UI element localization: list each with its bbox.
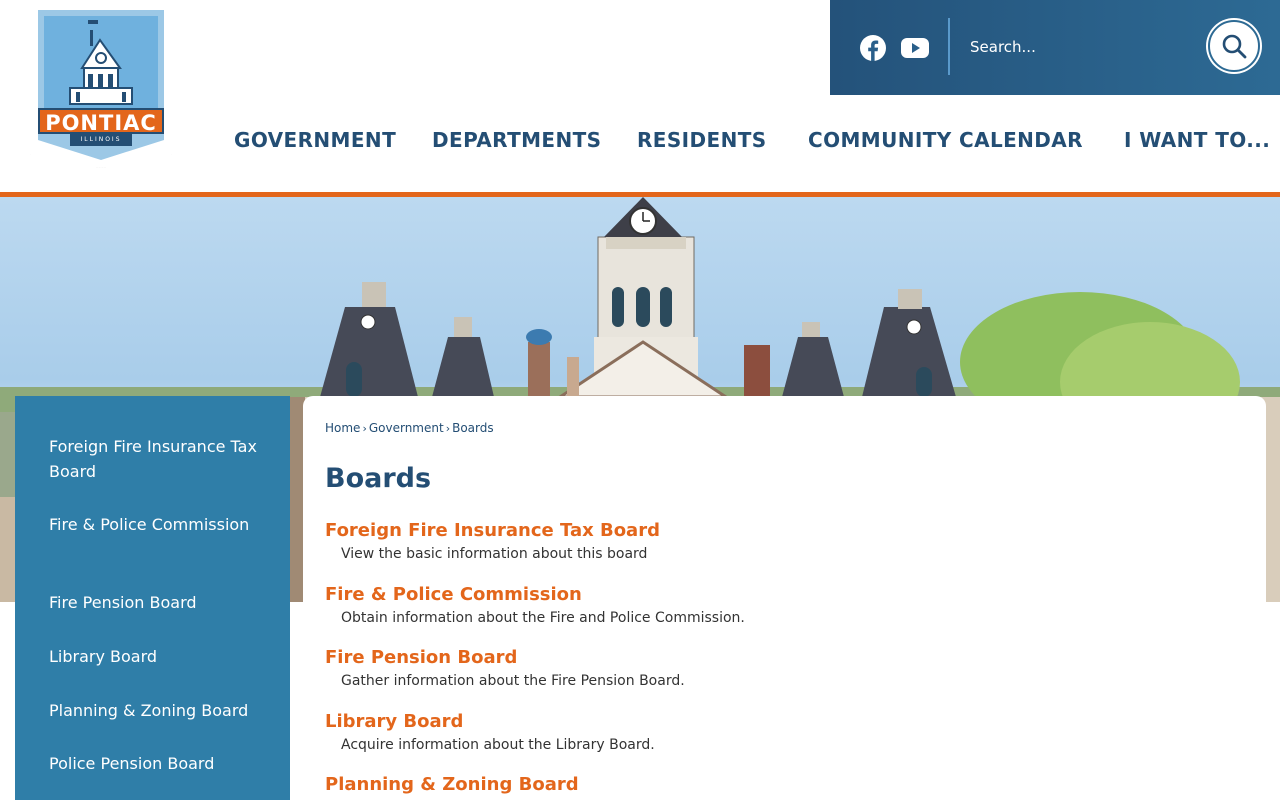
facebook-icon[interactable] [858,33,888,63]
sidebar-item-fire-police-commission[interactable]: Fire & Police Commission [15,512,290,590]
youtube-icon[interactable] [900,33,930,63]
board-description: Acquire information about the Library Bo… [341,736,655,753]
sidebar-item-planning-zoning[interactable]: Planning & Zoning Board [15,698,290,751]
utility-bar [830,0,1280,95]
main-nav: GOVERNMENT DEPARTMENTS RESIDENTS COMMUNI… [0,128,1280,160]
nav-residents[interactable]: RESIDENTS [637,128,767,152]
page-title: Boards [325,463,432,494]
sidebar-nav: Foreign Fire Insurance Tax Board Fire & … [15,396,290,800]
sidebar-item-foreign-fire-insurance[interactable]: Foreign Fire Insurance Tax Board [15,434,290,512]
breadcrumb-government[interactable]: Government [369,421,444,435]
board-description: Obtain information about the Fire and Po… [341,609,745,626]
sidebar-item-fire-pension[interactable]: Fire Pension Board [15,590,290,644]
breadcrumb: Home › Government › Boards [325,420,1244,436]
search-input[interactable] [960,28,1200,66]
nav-i-want-to[interactable]: I WANT TO... [1124,128,1270,152]
nav-government[interactable]: GOVERNMENT [234,128,396,152]
list-item: Library Board Acquire information about … [325,710,1244,774]
boards-list: Foreign Fire Insurance Tax Board View th… [325,519,1244,800]
breadcrumb-separator: › [362,422,367,435]
board-link-fire-pension[interactable]: Fire Pension Board [325,646,1244,670]
board-link-foreign-fire-insurance[interactable]: Foreign Fire Insurance Tax Board [325,519,1244,543]
breadcrumb-boards[interactable]: Boards [452,421,494,435]
breadcrumb-separator: › [445,422,451,435]
utility-divider [948,18,950,75]
board-link-fire-police-commission[interactable]: Fire & Police Commission [325,583,1244,607]
search-icon [1222,34,1247,59]
sidebar-item-library-board[interactable]: Library Board [15,644,290,698]
nav-community-calendar[interactable]: COMMUNITY CALENDAR [808,128,1083,152]
breadcrumb-home[interactable]: Home [325,421,360,435]
list-item: Foreign Fire Insurance Tax Board View th… [325,519,1244,583]
board-link-planning-zoning[interactable]: Planning & Zoning Board [325,773,1244,797]
board-description: View the basic information about this bo… [341,546,648,562]
list-item: Fire & Police Commission Obtain informat… [325,583,1244,647]
list-item: Planning & Zoning Board [325,773,1244,800]
search-button[interactable] [1208,20,1260,72]
sidebar-item-police-pension[interactable]: Police Pension Board [15,751,290,800]
nav-departments[interactable]: DEPARTMENTS [432,128,601,152]
main-content: Home › Government › Boards Boards Foreign Fi… [303,396,1266,800]
list-item: Fire Pension Board Gather information ab… [325,646,1244,710]
site-header: PONTIAC ILLINOIS GOVERNMENT DEPARTMENT [0,0,1280,197]
board-description: Gather information about the Fire Pensio… [341,673,685,689]
board-link-library[interactable]: Library Board [325,710,1244,734]
